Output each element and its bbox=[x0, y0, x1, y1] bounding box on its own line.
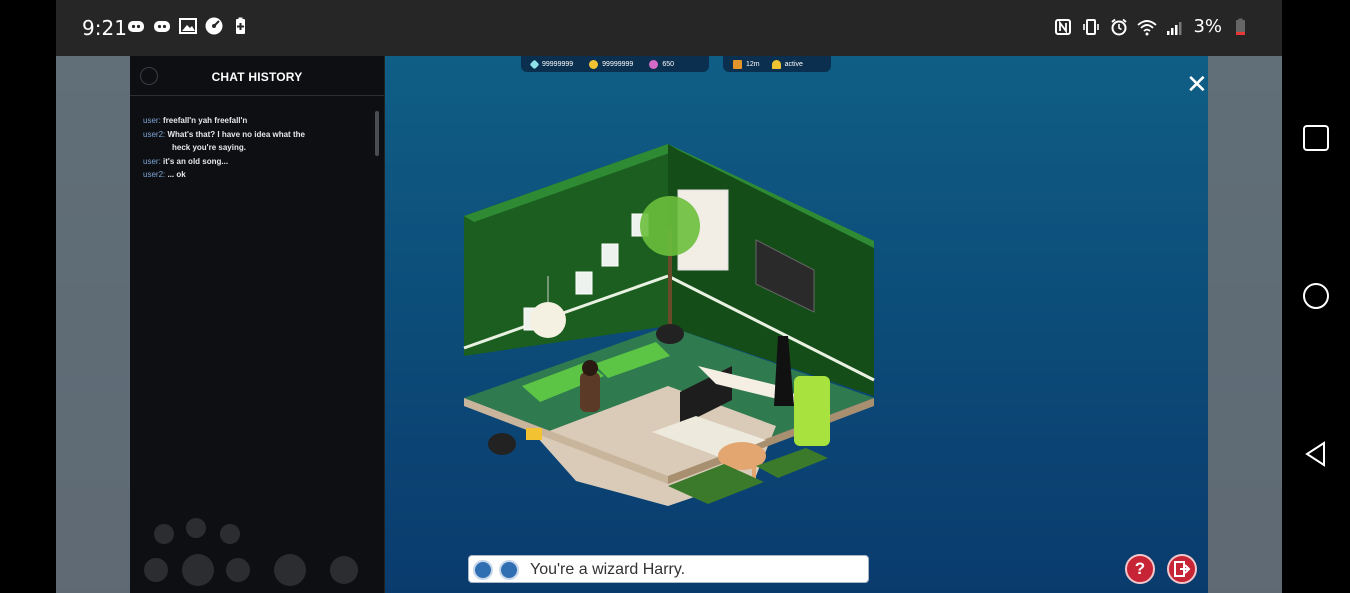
chat-text: it's an old song... bbox=[163, 156, 229, 166]
navigator-icon[interactable] bbox=[144, 558, 168, 582]
signal-icon bbox=[1167, 21, 1182, 35]
plant-pot bbox=[656, 324, 684, 344]
duckets-value: 650 bbox=[662, 60, 674, 68]
duckets-counter[interactable]: 650 bbox=[649, 59, 674, 69]
chat-username[interactable]: user2: bbox=[143, 130, 165, 139]
chat-username[interactable]: user: bbox=[143, 157, 161, 166]
duckets-icon bbox=[649, 59, 659, 69]
vibrate-icon bbox=[1083, 18, 1100, 35]
help-button[interactable]: ? bbox=[1125, 554, 1155, 584]
navigation-bar bbox=[1282, 0, 1350, 593]
chat-username[interactable]: user2: bbox=[143, 170, 165, 179]
chat-text: freefall'n yah freefall'n bbox=[163, 116, 248, 125]
avatar[interactable] bbox=[580, 372, 600, 412]
toolbar-faded bbox=[144, 518, 358, 586]
left-overlay bbox=[56, 56, 130, 593]
nfc-icon bbox=[1055, 18, 1072, 35]
palm-leaves bbox=[640, 196, 700, 256]
yellow-stool bbox=[526, 428, 542, 440]
game-client: 99999999 99999999 650 12m active CHAT HI… bbox=[56, 56, 1282, 593]
chat-input-value[interactable]: You're a wizard Harry. bbox=[530, 561, 685, 579]
chat-message: user2: What's that? I have no idea what … bbox=[143, 128, 358, 142]
inventory-icon[interactable] bbox=[330, 556, 358, 584]
helmet-icon bbox=[771, 59, 781, 69]
chat-message-list: user: freefall'n yah freefall'n user2: W… bbox=[143, 114, 358, 182]
chat-text: What's that? I have no idea what the bbox=[167, 129, 305, 139]
chat-message: user: it's an old song... bbox=[143, 155, 358, 169]
avatar-head bbox=[582, 360, 598, 376]
system-status-icons: 3% bbox=[1053, 16, 1250, 37]
diamonds-value: 99999999 bbox=[542, 60, 574, 68]
club-counter[interactable]: 12m bbox=[733, 59, 760, 69]
currency-bar: 99999999 99999999 650 bbox=[521, 56, 709, 72]
credits-counter[interactable]: 99999999 bbox=[589, 59, 634, 69]
floor-pot bbox=[488, 433, 516, 455]
messenger-icon[interactable] bbox=[186, 518, 206, 538]
chat-history-header: CHAT HISTORY bbox=[130, 56, 384, 96]
back-button[interactable] bbox=[1302, 440, 1330, 468]
credits-value: 99999999 bbox=[602, 60, 634, 68]
club-bar: 12m active bbox=[723, 56, 831, 72]
picture-frame bbox=[601, 243, 619, 267]
camera-icon[interactable] bbox=[220, 524, 240, 544]
games-icon[interactable] bbox=[226, 558, 250, 582]
exit-room-button[interactable] bbox=[1167, 554, 1197, 584]
battery-saver-icon bbox=[236, 17, 245, 34]
planter bbox=[756, 448, 828, 478]
left-wall bbox=[464, 144, 668, 356]
club-icon bbox=[733, 59, 742, 69]
diamond-icon bbox=[529, 59, 540, 69]
chat-scrollbar[interactable] bbox=[375, 111, 379, 156]
battery-icon bbox=[1236, 18, 1245, 35]
screen: 9:21 3% 99999999 99999999 650 12m active… bbox=[0, 0, 1350, 593]
friends-icon[interactable] bbox=[154, 524, 174, 544]
chat-text: ... ok bbox=[167, 170, 186, 179]
home-button[interactable] bbox=[1302, 282, 1330, 310]
alarm-icon bbox=[1111, 18, 1128, 35]
hanging-lamp bbox=[530, 302, 566, 338]
room-view[interactable] bbox=[456, 136, 936, 516]
close-icon[interactable]: ✕ bbox=[1186, 72, 1208, 98]
chat-username[interactable]: user: bbox=[143, 116, 161, 125]
status-bar: 9:21 3% bbox=[56, 0, 1282, 56]
chat-mode-button[interactable] bbox=[499, 560, 519, 580]
green-fridge bbox=[794, 376, 830, 446]
status-counter[interactable]: active bbox=[771, 59, 803, 69]
chat-history-title: CHAT HISTORY bbox=[211, 70, 303, 84]
club-time: 12m bbox=[746, 60, 760, 68]
chat-message-continuation: heck you're saying. bbox=[172, 143, 246, 152]
shop-icon[interactable] bbox=[274, 554, 306, 586]
chat-input[interactable]: You're a wizard Harry. bbox=[468, 555, 869, 583]
battery-percent: 3% bbox=[1193, 16, 1222, 37]
status-time: 9:21 bbox=[82, 16, 127, 40]
diamonds-counter[interactable]: 99999999 bbox=[529, 59, 574, 69]
chat-history-panel: CHAT HISTORY user: freefall'n yah freefa… bbox=[130, 56, 385, 593]
image-icon bbox=[179, 18, 197, 34]
discord-icon bbox=[128, 21, 144, 32]
picture-frame bbox=[575, 271, 593, 295]
notification-icons bbox=[126, 16, 250, 36]
credits-icon bbox=[589, 59, 599, 69]
chat-style-button[interactable] bbox=[473, 560, 493, 580]
discord-icon bbox=[154, 21, 170, 32]
chat-message: user: freefall'n yah freefall'n bbox=[143, 114, 358, 128]
right-overlay bbox=[1208, 56, 1282, 593]
wifi-icon bbox=[1137, 19, 1158, 35]
hotel-view-icon[interactable] bbox=[182, 554, 214, 586]
exit-icon bbox=[1174, 561, 1191, 577]
status-text: active bbox=[784, 60, 803, 68]
chat-message: user2: ... ok bbox=[143, 168, 358, 182]
recent-apps-button[interactable] bbox=[1302, 124, 1330, 152]
speedometer-icon bbox=[205, 17, 223, 35]
